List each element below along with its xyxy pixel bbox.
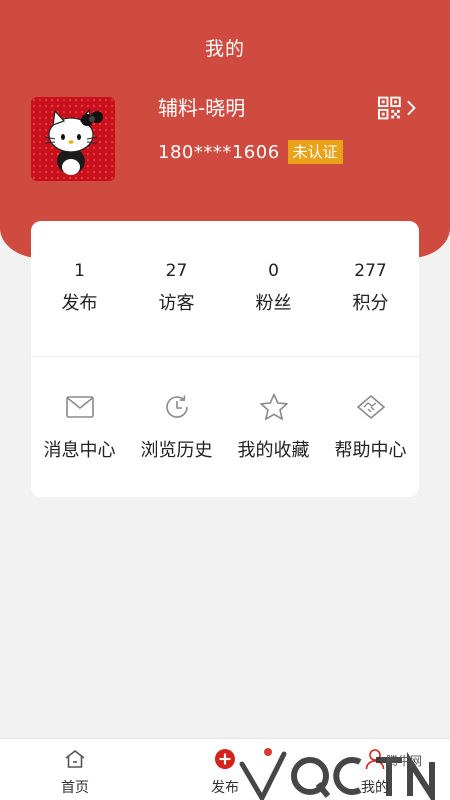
stat-value: 1 (74, 261, 85, 281)
history-clock-icon (162, 392, 192, 422)
stat-visitors[interactable]: 27 访客 (128, 221, 225, 356)
profile-card: 1 发布 27 访客 0 粉丝 277 积分 消息中心 浏览历史 我的收藏 帮助… (31, 221, 419, 497)
nav-label: 首页 (61, 780, 89, 796)
star-icon (259, 392, 289, 422)
user-icon (363, 747, 387, 771)
stat-label: 积分 (352, 293, 389, 314)
stat-value: 277 (354, 261, 387, 281)
nav-item-home[interactable]: 首页 (0, 739, 150, 800)
qr-code-button[interactable] (378, 96, 418, 120)
nav-item-mine[interactable]: 我的 (300, 739, 450, 800)
username: 辅料-晓明 (158, 96, 246, 120)
mail-icon (65, 392, 95, 422)
qr-code-icon (378, 96, 401, 120)
profile-page: 我的 辅料-晓明 180****1606 未认证 1 发布 27 访客 0 粉丝… (0, 0, 450, 800)
stat-label: 发布 (61, 293, 98, 314)
phone-number: 180****1606 (158, 141, 280, 163)
stat-label: 访客 (158, 293, 195, 314)
menu-row: 消息中心 浏览历史 我的收藏 帮助中心 (31, 357, 419, 497)
watermark-text: 腾牛网 (386, 754, 423, 768)
menu-label: 我的收藏 (237, 440, 310, 461)
stat-fans[interactable]: 0 粉丝 (225, 221, 322, 356)
avatar[interactable] (31, 97, 115, 181)
menu-label: 浏览历史 (140, 440, 213, 461)
nav-label: 我的 (361, 780, 389, 796)
verify-status-badge[interactable]: 未认证 (287, 140, 343, 164)
menu-label: 帮助中心 (334, 440, 407, 461)
menu-item-favorites[interactable]: 我的收藏 (225, 357, 322, 497)
page-title: 我的 (204, 38, 245, 60)
bottom-nav: 首页 发布 我的 (0, 738, 450, 800)
stat-publish[interactable]: 1 发布 (31, 221, 128, 356)
stat-value: 0 (268, 261, 279, 281)
phone-row: 180****1606 未认证 (158, 140, 343, 164)
hello-kitty-avatar-icon (31, 97, 115, 181)
menu-item-messages[interactable]: 消息中心 (31, 357, 128, 497)
stat-value: 27 (165, 261, 188, 281)
home-icon (63, 747, 87, 771)
menu-label: 消息中心 (43, 440, 116, 461)
handshake-icon (356, 392, 386, 422)
menu-item-help[interactable]: 帮助中心 (322, 357, 419, 497)
menu-item-history[interactable]: 浏览历史 (128, 357, 225, 497)
stat-label: 粉丝 (255, 293, 292, 314)
nav-label: 发布 (211, 780, 239, 796)
stat-points[interactable]: 277 积分 (322, 221, 419, 356)
nav-item-publish[interactable]: 发布 (150, 739, 300, 800)
plus-circle-icon (213, 747, 237, 771)
stats-row: 1 发布 27 访客 0 粉丝 277 积分 (31, 221, 419, 356)
chevron-right-icon (406, 100, 416, 116)
